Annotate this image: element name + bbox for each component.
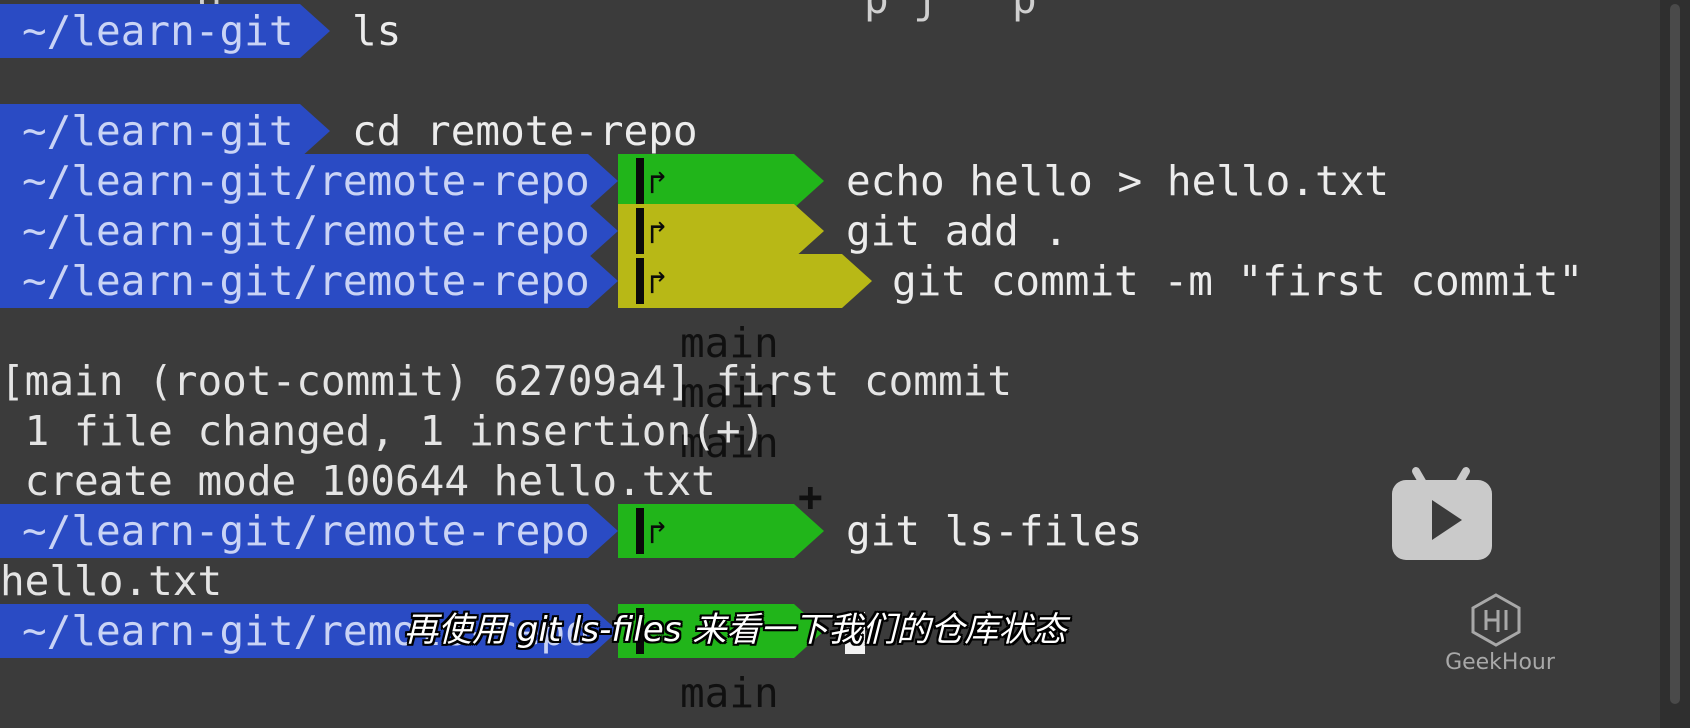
branch-segment: ↱ main — [618, 204, 794, 417]
prompt-path: ~/learn-git/remote-repo — [0, 204, 590, 258]
branch-segment: ↱ main — [618, 154, 794, 367]
git-branch-icon — [636, 208, 644, 254]
prompt-separator — [300, 4, 330, 58]
prompt-separator — [588, 204, 618, 258]
command-text: ls — [352, 7, 402, 55]
bilibili-tv-icon[interactable] — [1392, 465, 1492, 560]
prompt-line-cd: ~/learn-git cd remote-repo — [0, 104, 1660, 158]
branch-arrow-glyph: ↱ — [648, 513, 668, 551]
geekhour-logo-icon — [1471, 593, 1521, 647]
prompt-separator — [794, 504, 824, 558]
prompt-separator — [794, 154, 824, 208]
command-text: cd remote-repo — [352, 107, 698, 155]
branch-segment: ↱ main + — [618, 254, 842, 521]
prompt-separator — [588, 504, 618, 558]
ls-output: my-repo remote-repo — [0, 54, 1660, 213]
video-subtitle: 再使用 git ls-files 来看一下我们的仓库状态 — [404, 610, 1067, 650]
command-text: echo hello > hello.txt — [846, 157, 1390, 205]
branch-arrow-glyph: ↱ — [648, 263, 668, 301]
prompt-line-echo: ~/learn-git/remote-repo ↱ main echo hell… — [0, 154, 1660, 367]
geekhour-watermark: GeekHour — [1445, 650, 1555, 675]
prompt-separator — [588, 254, 618, 308]
prompt-path: ~/learn-git/remote-repo — [0, 154, 590, 208]
prompt-separator — [842, 254, 872, 308]
prompt-separator — [300, 104, 330, 158]
git-branch-icon — [636, 258, 644, 304]
prompt-path: ~/learn-git — [0, 4, 300, 58]
scrollbar-thumb[interactable] — [1670, 4, 1680, 704]
git-branch-icon — [636, 508, 644, 554]
branch-arrow-glyph: ↱ — [648, 163, 668, 201]
output-line: [main (root-commit) 62709a4] first commi… — [0, 357, 1013, 405]
prompt-line-ls: ~/learn-git ls — [0, 4, 1660, 58]
output-line: 1 file changed, 1 insertion(+) — [0, 407, 766, 455]
prompt-line-add: ~/learn-git/remote-repo ↱ main git add . — [0, 204, 1660, 417]
branch-segment: ↱ main — [618, 504, 794, 717]
prompt-separator — [794, 204, 824, 258]
prompt-line-commit: ~/learn-git/remote-repo ↱ main + git com… — [0, 254, 1660, 521]
output-line: hello.txt — [0, 557, 223, 605]
scrollbar[interactable] — [1660, 0, 1690, 728]
play-icon — [1432, 500, 1462, 540]
prompt-path: ~/learn-git/remote-repo — [0, 504, 590, 558]
branch-arrow-glyph: ↱ — [648, 213, 668, 251]
git-branch-icon — [636, 158, 644, 204]
prompt-path: ~/learn-git — [0, 104, 300, 158]
command-text: git commit -m "first commit" — [892, 257, 1584, 305]
terminal-window[interactable]: g p j p ~/learn-git ls my-repo remote-re… — [0, 0, 1660, 728]
prompt-separator — [588, 154, 618, 208]
command-text: git ls-files — [846, 507, 1143, 555]
prompt-path: ~/learn-git/remote-repo — [0, 254, 590, 308]
command-text: git add . — [846, 207, 1069, 255]
